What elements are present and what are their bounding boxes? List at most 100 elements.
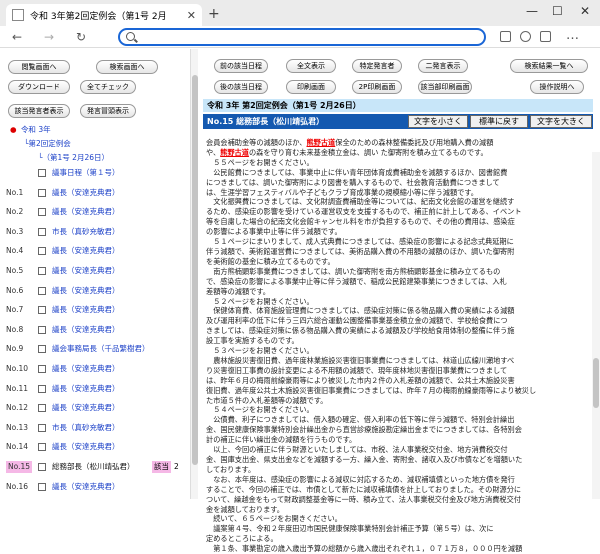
refresh-icon[interactable]: ↻ bbox=[76, 30, 86, 44]
item-label[interactable]: 市長（真砂充敏君） bbox=[52, 226, 120, 238]
minutes-body-text: 会員会補助金等の減額のほか、熊野古道保全のための森林整備委託及び用地購入費の減額… bbox=[206, 138, 586, 554]
item-checkbox[interactable] bbox=[38, 463, 46, 471]
item-number: No.6 bbox=[6, 285, 24, 295]
item-label[interactable]: 議長（安達克典君） bbox=[52, 206, 120, 218]
item-number: No.8 bbox=[6, 324, 24, 334]
split-screen-icon[interactable] bbox=[500, 31, 511, 42]
item-label[interactable]: 議長（安達克典君） bbox=[52, 402, 120, 414]
highlighted-term: 熊野古道 bbox=[220, 147, 249, 157]
body-text-segment: 会員会補助金等の減額のほか、 bbox=[206, 138, 307, 147]
item-checkbox[interactable] bbox=[38, 404, 46, 413]
item-checkbox[interactable] bbox=[38, 188, 46, 197]
left-panel: 閲覧画面へ 検索画面へ ダウンロード 全てチェック 該当発言者表示 発言冒頭表示… bbox=[0, 49, 198, 499]
item-label[interactable]: 議長（安達克典君） bbox=[52, 481, 120, 493]
item-label[interactable]: 議長（安達克典君） bbox=[52, 363, 120, 375]
right-scrollbar-thumb[interactable] bbox=[593, 358, 599, 408]
tree-year[interactable]: ● 令和 3年 bbox=[10, 124, 51, 136]
item-number: No.13 bbox=[6, 422, 28, 432]
item-label[interactable]: 議長（安達克典君） bbox=[52, 265, 120, 277]
tree-item[interactable]: No.3 市長（真砂充敏君） bbox=[0, 226, 190, 238]
minimize-icon[interactable]: — bbox=[526, 4, 538, 18]
item-checkbox[interactable] bbox=[38, 345, 46, 354]
tree-item[interactable]: No.13 市長（真砂充敏君） bbox=[0, 422, 190, 434]
search-screen-button[interactable]: 検索画面へ bbox=[96, 60, 158, 74]
tree-item[interactable]: 議事日程（第１号） bbox=[0, 167, 190, 179]
left-scrollbar[interactable] bbox=[190, 49, 198, 499]
address-bar[interactable] bbox=[118, 28, 486, 46]
tree-item[interactable]: No.4 議長（安達克典君） bbox=[0, 245, 190, 257]
tree-item[interactable]: No.11 議長（安達克典君） bbox=[0, 383, 190, 395]
new-tab-icon[interactable]: + bbox=[208, 6, 220, 22]
item-checkbox[interactable] bbox=[38, 227, 46, 236]
download-button[interactable]: ダウンロード bbox=[8, 80, 70, 94]
tree-item[interactable]: No.15 総務部長（松川靖弘君） 該当 2 bbox=[0, 461, 190, 473]
item-checkbox[interactable] bbox=[38, 384, 46, 393]
forward-icon[interactable]: → bbox=[44, 30, 54, 44]
browser-tab[interactable]: 令和 3年第2回定例会（第1号 2月 ✕ bbox=[6, 4, 202, 26]
body-text-segment: の森を守り育む未来基金積立金は、調い た御寄附を積み立てるものです。 ５５ページ… bbox=[206, 147, 537, 554]
item-label[interactable]: 議長（安達克典君） bbox=[52, 383, 120, 395]
left-scrollbar-thumb[interactable] bbox=[192, 75, 198, 465]
browser-toolbar: ← → ↻ … bbox=[0, 26, 600, 48]
item-label[interactable]: 議長（安達克典君） bbox=[52, 441, 120, 453]
speaker-list-button[interactable]: 発言冒頭表示 bbox=[80, 104, 136, 118]
close-tab-icon[interactable]: ✕ bbox=[187, 9, 196, 22]
tree-item[interactable]: No.2 議長（安達克典君） bbox=[0, 206, 190, 218]
item-number: No.9 bbox=[6, 344, 24, 354]
item-checkbox[interactable] bbox=[38, 482, 46, 491]
item-number: No.14 bbox=[6, 442, 28, 452]
back-icon[interactable]: ← bbox=[12, 30, 22, 44]
tree-session[interactable]: └第2回定例会 bbox=[24, 138, 71, 150]
tree-session-label: 第2回定例会 bbox=[28, 139, 71, 148]
item-checkbox[interactable] bbox=[38, 365, 46, 373]
item-label[interactable]: 議長（安達克典君） bbox=[52, 324, 120, 336]
item-number: No.2 bbox=[6, 207, 24, 217]
item-label[interactable]: 議長（安達克典君） bbox=[52, 304, 120, 316]
item-label[interactable]: 議会事務局長（千品繁樹君） bbox=[52, 343, 150, 355]
item-number: No.11 bbox=[6, 383, 28, 393]
search-icon bbox=[126, 32, 135, 41]
item-label[interactable]: 総務部長（松川靖弘君） bbox=[52, 461, 135, 473]
item-checkbox[interactable] bbox=[38, 169, 46, 177]
tab-title: 令和 3年第2回定例会（第1号 2月 bbox=[30, 11, 167, 22]
item-checkbox[interactable] bbox=[38, 247, 46, 256]
tree-item[interactable]: No.7 議長（安達克典君） bbox=[0, 304, 190, 316]
browse-screen-button[interactable]: 閲覧画面へ bbox=[8, 60, 70, 74]
item-label[interactable]: 議長（安達克典君） bbox=[52, 187, 120, 199]
check-all-button[interactable]: 全てチェック bbox=[80, 80, 136, 94]
maximize-icon[interactable]: ☐ bbox=[552, 4, 563, 18]
item-label[interactable]: 市長（真砂充敏君） bbox=[52, 422, 120, 434]
tree-item[interactable]: No.5 議長（安達克典君） bbox=[0, 265, 190, 277]
tree-item[interactable]: No.14 議長（安達克典君） bbox=[0, 441, 190, 453]
collections-icon[interactable] bbox=[540, 31, 551, 42]
page-icon bbox=[12, 9, 24, 21]
item-label[interactable]: 議事日程（第１号） bbox=[52, 167, 120, 179]
tree-item[interactable]: No.16 議長（安達克典君） bbox=[0, 481, 190, 493]
item-label[interactable]: 議長（安達克典君） bbox=[52, 285, 120, 297]
close-window-icon[interactable]: ✕ bbox=[580, 4, 590, 18]
item-checkbox[interactable] bbox=[38, 306, 46, 315]
item-checkbox[interactable] bbox=[38, 267, 46, 275]
tree-item[interactable]: No.12 議長（安達克典君） bbox=[0, 402, 190, 414]
tree-meeting[interactable]: └（第1号 2月26日） bbox=[38, 152, 109, 164]
address-input[interactable] bbox=[142, 31, 472, 43]
item-label[interactable]: 議長（安達克典君） bbox=[52, 245, 120, 257]
tree-item[interactable]: No.1 議長（安達克典君） bbox=[0, 187, 190, 199]
item-checkbox[interactable] bbox=[38, 423, 46, 432]
speaker-display-button[interactable]: 該当発言者表示 bbox=[8, 104, 70, 118]
browser-titlebar: 令和 3年第2回定例会（第1号 2月 ✕ + — ☐ ✕ bbox=[0, 0, 600, 26]
item-number: No.4 bbox=[6, 246, 24, 256]
item-number: No.12 bbox=[6, 403, 28, 413]
tree-item[interactable]: No.9 議会事務局長（千品繁樹君） bbox=[0, 343, 190, 355]
more-menu-icon[interactable]: … bbox=[566, 28, 579, 43]
right-scrollbar[interactable] bbox=[592, 152, 600, 499]
item-checkbox[interactable] bbox=[38, 286, 46, 295]
tree-year-label: 令和 3年 bbox=[20, 125, 51, 134]
item-checkbox[interactable] bbox=[38, 443, 46, 452]
item-checkbox[interactable] bbox=[38, 208, 46, 217]
favorites-icon[interactable] bbox=[520, 31, 531, 42]
tree-item[interactable]: No.8 議長（安達克典君） bbox=[0, 324, 190, 336]
item-checkbox[interactable] bbox=[38, 325, 46, 334]
tree-item[interactable]: No.6 議長（安達克典君） bbox=[0, 285, 190, 297]
tree-item[interactable]: No.10 議長（安達克典君） bbox=[0, 363, 190, 375]
